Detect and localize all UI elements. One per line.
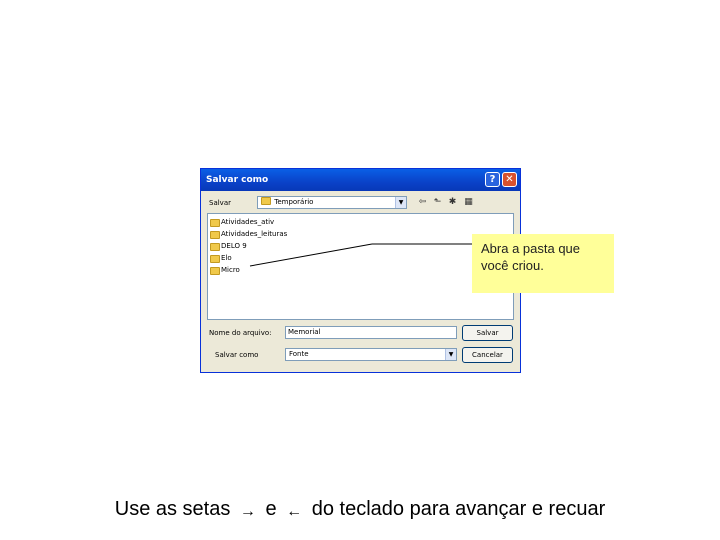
- arrow-right-icon: →: [239, 503, 256, 520]
- instruction-callout: Abra a pasta que você criou.: [472, 234, 614, 293]
- caption-text: do teclado para avançar e recuar: [311, 498, 606, 520]
- arrow-left-icon: ←: [286, 503, 303, 520]
- pointer-line: [249, 243, 373, 267]
- caption-text: Use as setas: [114, 498, 231, 520]
- caption-text: e: [265, 498, 277, 520]
- navigation-caption: Use as setas → e ← do teclado para avanç…: [0, 498, 720, 521]
